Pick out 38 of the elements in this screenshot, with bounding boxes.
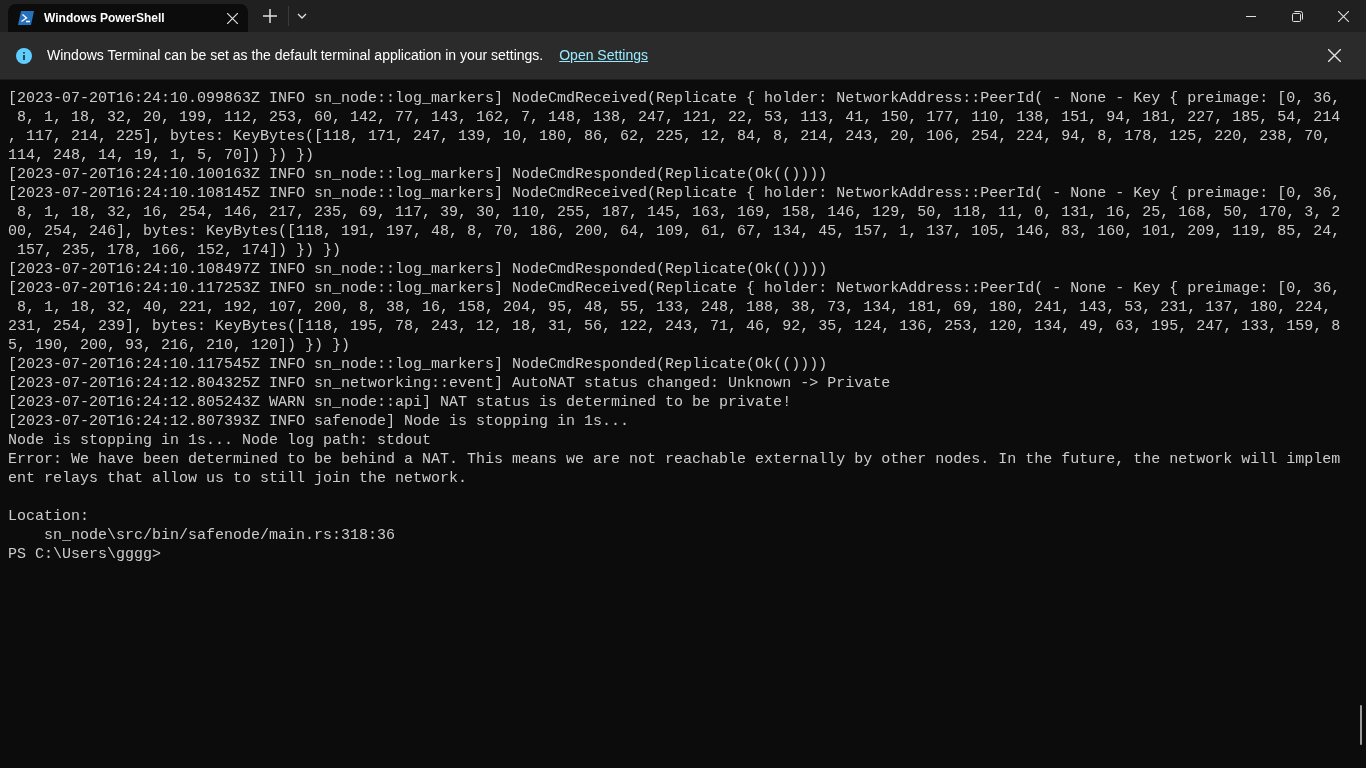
restore-icon [1291, 10, 1303, 22]
output-line: [2023-07-20T16:24:10.108497Z INFO sn_node::log_markers] NodeCmdResponded(Replicate(Ok(()))) [8, 260, 829, 279]
output-line: [2023-07-20T16:24:10.099863Z INFO sn_node::log_markers] NodeCmdReceived(Replicate { holder: NetworkAddress::PeerId( - None - Key { preimage: [0, 36, [8, 89, 1342, 108]
output-line: [2023-07-20T16:24:12.807393Z INFO safenode] Node is stopping in 1s... [8, 412, 631, 431]
output-line: Error: We have been determined to be behind a NAT. This means we are not reachable externally by other nodes. In the future, the network will implem [8, 450, 1342, 469]
output-line: [2023-07-20T16:24:10.117545Z INFO sn_node::log_markers] NodeCmdResponded(Replicate(Ok(()))) [8, 355, 829, 374]
output-line: [2023-07-20T16:24:10.117253Z INFO sn_node::log_markers] NodeCmdReceived(Replicate { holder: NetworkAddress::PeerId( - None - Key { preimage: [0, 36, [8, 279, 1342, 298]
output-line: ent relays that allow us to still join the network. [8, 469, 469, 488]
close-icon [1327, 49, 1341, 62]
command-prompt: PS C:\Users\gggg> [8, 545, 163, 564]
chevron-down-icon [297, 13, 307, 19]
output-line: 00, 254, 246], bytes: KeyBytes([118, 191, 197, 48, 8, 70, 186, 200, 64, 109, 61, 67, 134, 45, 157, 1, 137, 105, 146, 83, 160, 101, 209, 119, 85, 24, [8, 222, 1342, 241]
output-line: 8, 1, 18, 32, 20, 199, 112, 253, 60, 142, 77, 143, 162, 7, 148, 138, 247, 121, 22, 53, 113, 41, 150, 177, 110, 138, 151, 94, 181, 227, 185, 54, 214 [16, 108, 1342, 127]
plus-icon [263, 9, 277, 23]
scrollbar-thumb[interactable] [1360, 705, 1362, 745]
output-line: Location: [8, 507, 90, 526]
output-line: Node is stopping in 1s... Node log path: stdout [8, 431, 433, 450]
output-line: 8, 1, 18, 32, 40, 221, 192, 107, 200, 8, 38, 16, 158, 204, 95, 48, 55, 133, 248, 188, 38, 73, 134, 181, 69, 180, 241, 143, 53, 231, 137, 180, 224, [16, 298, 1333, 317]
info-icon [16, 47, 32, 64]
output-line: 114, 248, 14, 19, 1, 5, 70]) }) }) [8, 146, 316, 165]
output-line: sn_node\src/bin/safenode/main.rs:318:36 [43, 526, 397, 545]
output-line: 5, 190, 200, 93, 216, 210, 120]) }) }) [8, 336, 352, 355]
tab-title: Windows PowerShell [44, 10, 166, 27]
output-line: [2023-07-20T16:24:12.804325Z INFO sn_networking::event] AutoNAT status changed: Unknown -> Private [8, 374, 892, 393]
output-line: , 117, 214, 225], bytes: KeyBytes([118, 171, 247, 139, 10, 180, 86, 62, 225, 12, 84, 8, 214, 243, 20, 106, 254, 224, 94, 8, 178, 125, 220, 238, 70, [8, 127, 1333, 146]
close-icon [1337, 10, 1349, 22]
terminal-prompt-icon [18, 11, 34, 25]
output-line: 8, 1, 18, 32, 16, 254, 146, 217, 235, 69, 117, 39, 30, 110, 255, 187, 145, 163, 169, 158, 146, 129, 50, 118, 11, 0, 131, 16, 25, 168, 50, 170, 3, 2 [16, 203, 1342, 222]
open-settings-link[interactable]: Open Settings [559, 45, 648, 66]
terminal-tab[interactable]: Windows PowerShell [8, 4, 248, 32]
close-icon[interactable] [227, 12, 238, 24]
output-line: [2023-07-20T16:24:10.108145Z INFO sn_node::log_markers] NodeCmdReceived(Replicate { holder: NetworkAddress::PeerId( - None - Key { preimage: [0, 36, [8, 184, 1342, 203]
output-line: [2023-07-20T16:24:10.100163Z INFO sn_node::log_markers] NodeCmdResponded(Replicate(Ok(()))) [8, 165, 829, 184]
info-message: Windows Terminal can be set as the default terminal application in your settings. [47, 46, 544, 65]
output-line: 157, 235, 178, 166, 152, 174]) }) }) [16, 241, 343, 260]
output-line: 231, 254, 239], bytes: KeyBytes([118, 195, 78, 243, 12, 18, 31, 56, 122, 243, 71, 46, 92, 35, 124, 136, 253, 120, 134, 49, 63, 195, 247, 133, 159, 8 [8, 317, 1342, 336]
output-line: [2023-07-20T16:24:12.805243Z WARN sn_node::api] NAT status is determined to be private! [8, 393, 793, 412]
minimize-icon [1246, 15, 1256, 17]
